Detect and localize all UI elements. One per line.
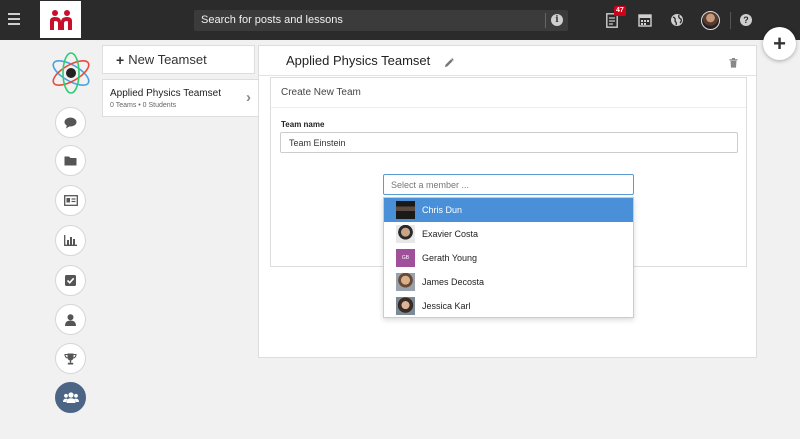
avatar: GB — [396, 249, 415, 267]
form-heading: Create New Team — [281, 87, 361, 98]
chevron-right-icon: › — [246, 89, 251, 106]
page-title: Applied Physics Teamset — [286, 53, 431, 68]
app-logo[interactable] — [40, 1, 81, 38]
avatar — [396, 297, 415, 315]
avatar — [396, 273, 415, 291]
member-option[interactable]: Chris Dun — [384, 198, 633, 222]
plus-icon: + — [116, 51, 125, 68]
trash-icon[interactable] — [729, 55, 738, 73]
pencil-icon[interactable] — [444, 55, 454, 73]
member-option[interactable]: James Decosta — [384, 270, 633, 294]
top-bar: Search for posts and lessons i 47 ? — [0, 0, 800, 40]
member-option[interactable]: Exavier Costa — [384, 222, 633, 246]
new-teamset-label: New Teamset — [128, 52, 207, 67]
member-select-input[interactable]: Select a member ... — [383, 174, 634, 195]
divider — [730, 12, 731, 29]
member-name: Jessica Karl — [422, 301, 471, 311]
info-icon[interactable]: i — [551, 14, 563, 26]
team-name-label: Team name — [281, 120, 325, 129]
menu-icon[interactable] — [8, 13, 20, 25]
globe-icon[interactable] — [670, 13, 684, 32]
id-card-icon[interactable] — [55, 185, 86, 216]
member-option[interactable]: GB Gerath Young — [384, 246, 633, 270]
checkbox-icon[interactable] — [55, 265, 86, 296]
trophy-icon[interactable] — [55, 343, 86, 374]
team-name-field[interactable]: Team Einstein — [280, 132, 738, 153]
divider — [271, 107, 746, 108]
folder-icon[interactable] — [55, 145, 86, 176]
member-name: Chris Dun — [422, 205, 463, 215]
search-bar[interactable]: Search for posts and lessons i — [194, 10, 568, 31]
calendar-icon[interactable] — [638, 13, 652, 32]
new-teamset-button[interactable]: + New Teamset — [102, 45, 255, 74]
member-name: Exavier Costa — [422, 229, 479, 239]
member-dropdown: Chris Dun Exavier Costa GB Gerath Young … — [383, 197, 634, 318]
member-name: James Decosta — [422, 277, 485, 287]
divider — [259, 75, 756, 76]
notification-badge: 47 — [614, 6, 626, 16]
teamset-name: Applied Physics Teamset — [110, 88, 221, 99]
member-option[interactable]: Jessica Karl — [384, 294, 633, 318]
member-name: Gerath Young — [422, 253, 478, 263]
bar-chart-icon[interactable] — [55, 225, 86, 256]
chat-icon[interactable] — [55, 107, 86, 138]
notifications-icon[interactable] — [606, 13, 618, 33]
user-icon[interactable] — [55, 304, 86, 335]
help-icon[interactable]: ? — [740, 14, 752, 26]
teamset-meta: 0 Teams • 0 Students — [110, 102, 177, 109]
course-logo[interactable] — [48, 50, 94, 96]
search-input[interactable]: Search for posts and lessons — [201, 14, 343, 26]
profile-avatar[interactable] — [701, 11, 720, 30]
avatar — [396, 201, 415, 219]
users-icon[interactable] — [55, 382, 86, 413]
avatar — [396, 225, 415, 243]
search-divider — [545, 13, 546, 28]
add-button[interactable]: + — [763, 27, 796, 60]
teamset-item[interactable]: Applied Physics Teamset 0 Teams • 0 Stud… — [102, 79, 259, 117]
